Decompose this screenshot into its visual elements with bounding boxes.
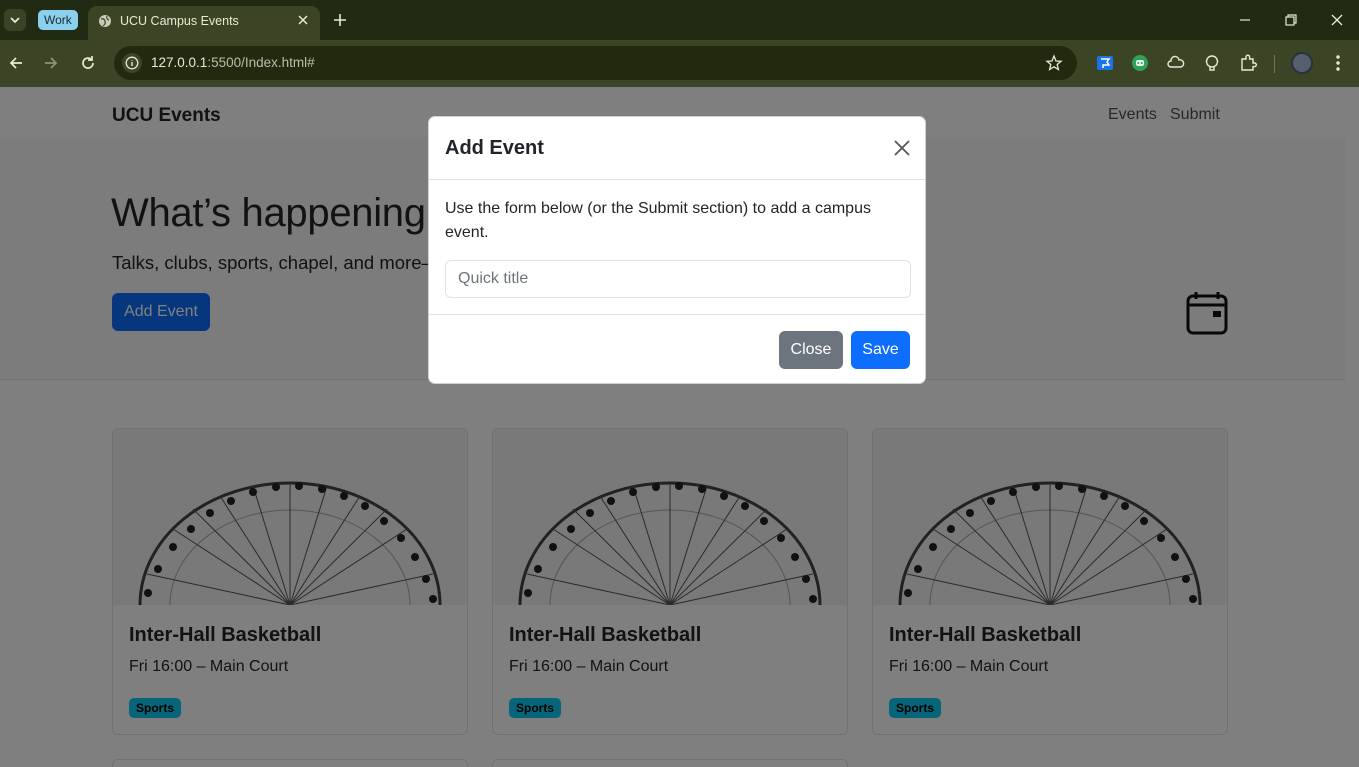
tab-search-button[interactable] (4, 9, 26, 31)
close-button[interactable]: Close (779, 331, 843, 369)
minimize-icon[interactable] (1237, 12, 1253, 28)
quick-title-input[interactable] (445, 260, 911, 298)
extension-flag-icon[interactable] (1096, 54, 1114, 72)
browser-tab-active[interactable]: UCU Campus Events (88, 6, 320, 40)
bookmark-star-icon[interactable] (1045, 54, 1063, 72)
chevron-down-icon (10, 17, 20, 24)
window-close-icon[interactable] (1329, 12, 1345, 28)
extensions-puzzle-icon[interactable] (1239, 54, 1257, 72)
reload-icon[interactable] (79, 54, 97, 72)
address-bar[interactable]: 127.0.0.1:5500/Index.html# (114, 46, 1077, 80)
profile-avatar[interactable] (1291, 52, 1313, 74)
tab-title: UCU Campus Events (120, 14, 239, 28)
modal-header: Add Event (429, 117, 925, 180)
tab-group-chip[interactable]: Work (38, 10, 78, 30)
modal-body-text: Use the form below (or the Submit sectio… (445, 200, 871, 241)
browser-toolbar: 127.0.0.1:5500/Index.html# (0, 40, 1359, 87)
site-info-button[interactable] (122, 53, 142, 73)
extension-robot-icon[interactable] (1131, 54, 1149, 72)
extension-cloud-icon[interactable] (1167, 54, 1185, 72)
url-text: 127.0.0.1:5500/Index.html# (151, 55, 315, 70)
toolbar-divider (1274, 55, 1275, 73)
modal-title: Add Event (445, 137, 544, 159)
plus-icon[interactable] (332, 12, 348, 28)
kebab-menu-icon[interactable] (1330, 53, 1346, 73)
back-arrow-icon[interactable] (7, 54, 25, 72)
add-event-modal: Add Event Use the form below (or the Sub… (428, 116, 926, 384)
restore-icon[interactable] (1283, 12, 1299, 28)
url-path: :5500/Index.html# (207, 55, 315, 70)
url-host: 127.0.0.1 (151, 55, 208, 70)
browser-tab-strip: Work UCU Campus Events (0, 0, 1359, 40)
info-icon (125, 56, 139, 70)
close-icon[interactable] (296, 13, 310, 27)
modal-footer: Close Save (429, 314, 925, 383)
globe-icon (99, 15, 111, 27)
save-button[interactable]: Save (851, 331, 910, 369)
close-icon[interactable] (893, 139, 911, 157)
forward-arrow-icon[interactable] (42, 54, 60, 72)
page-viewport: UCU Events Events Submit What’s happenin… (0, 87, 1345, 767)
extension-bulb-icon[interactable] (1203, 54, 1221, 72)
scrollbar-track[interactable] (1345, 87, 1359, 767)
